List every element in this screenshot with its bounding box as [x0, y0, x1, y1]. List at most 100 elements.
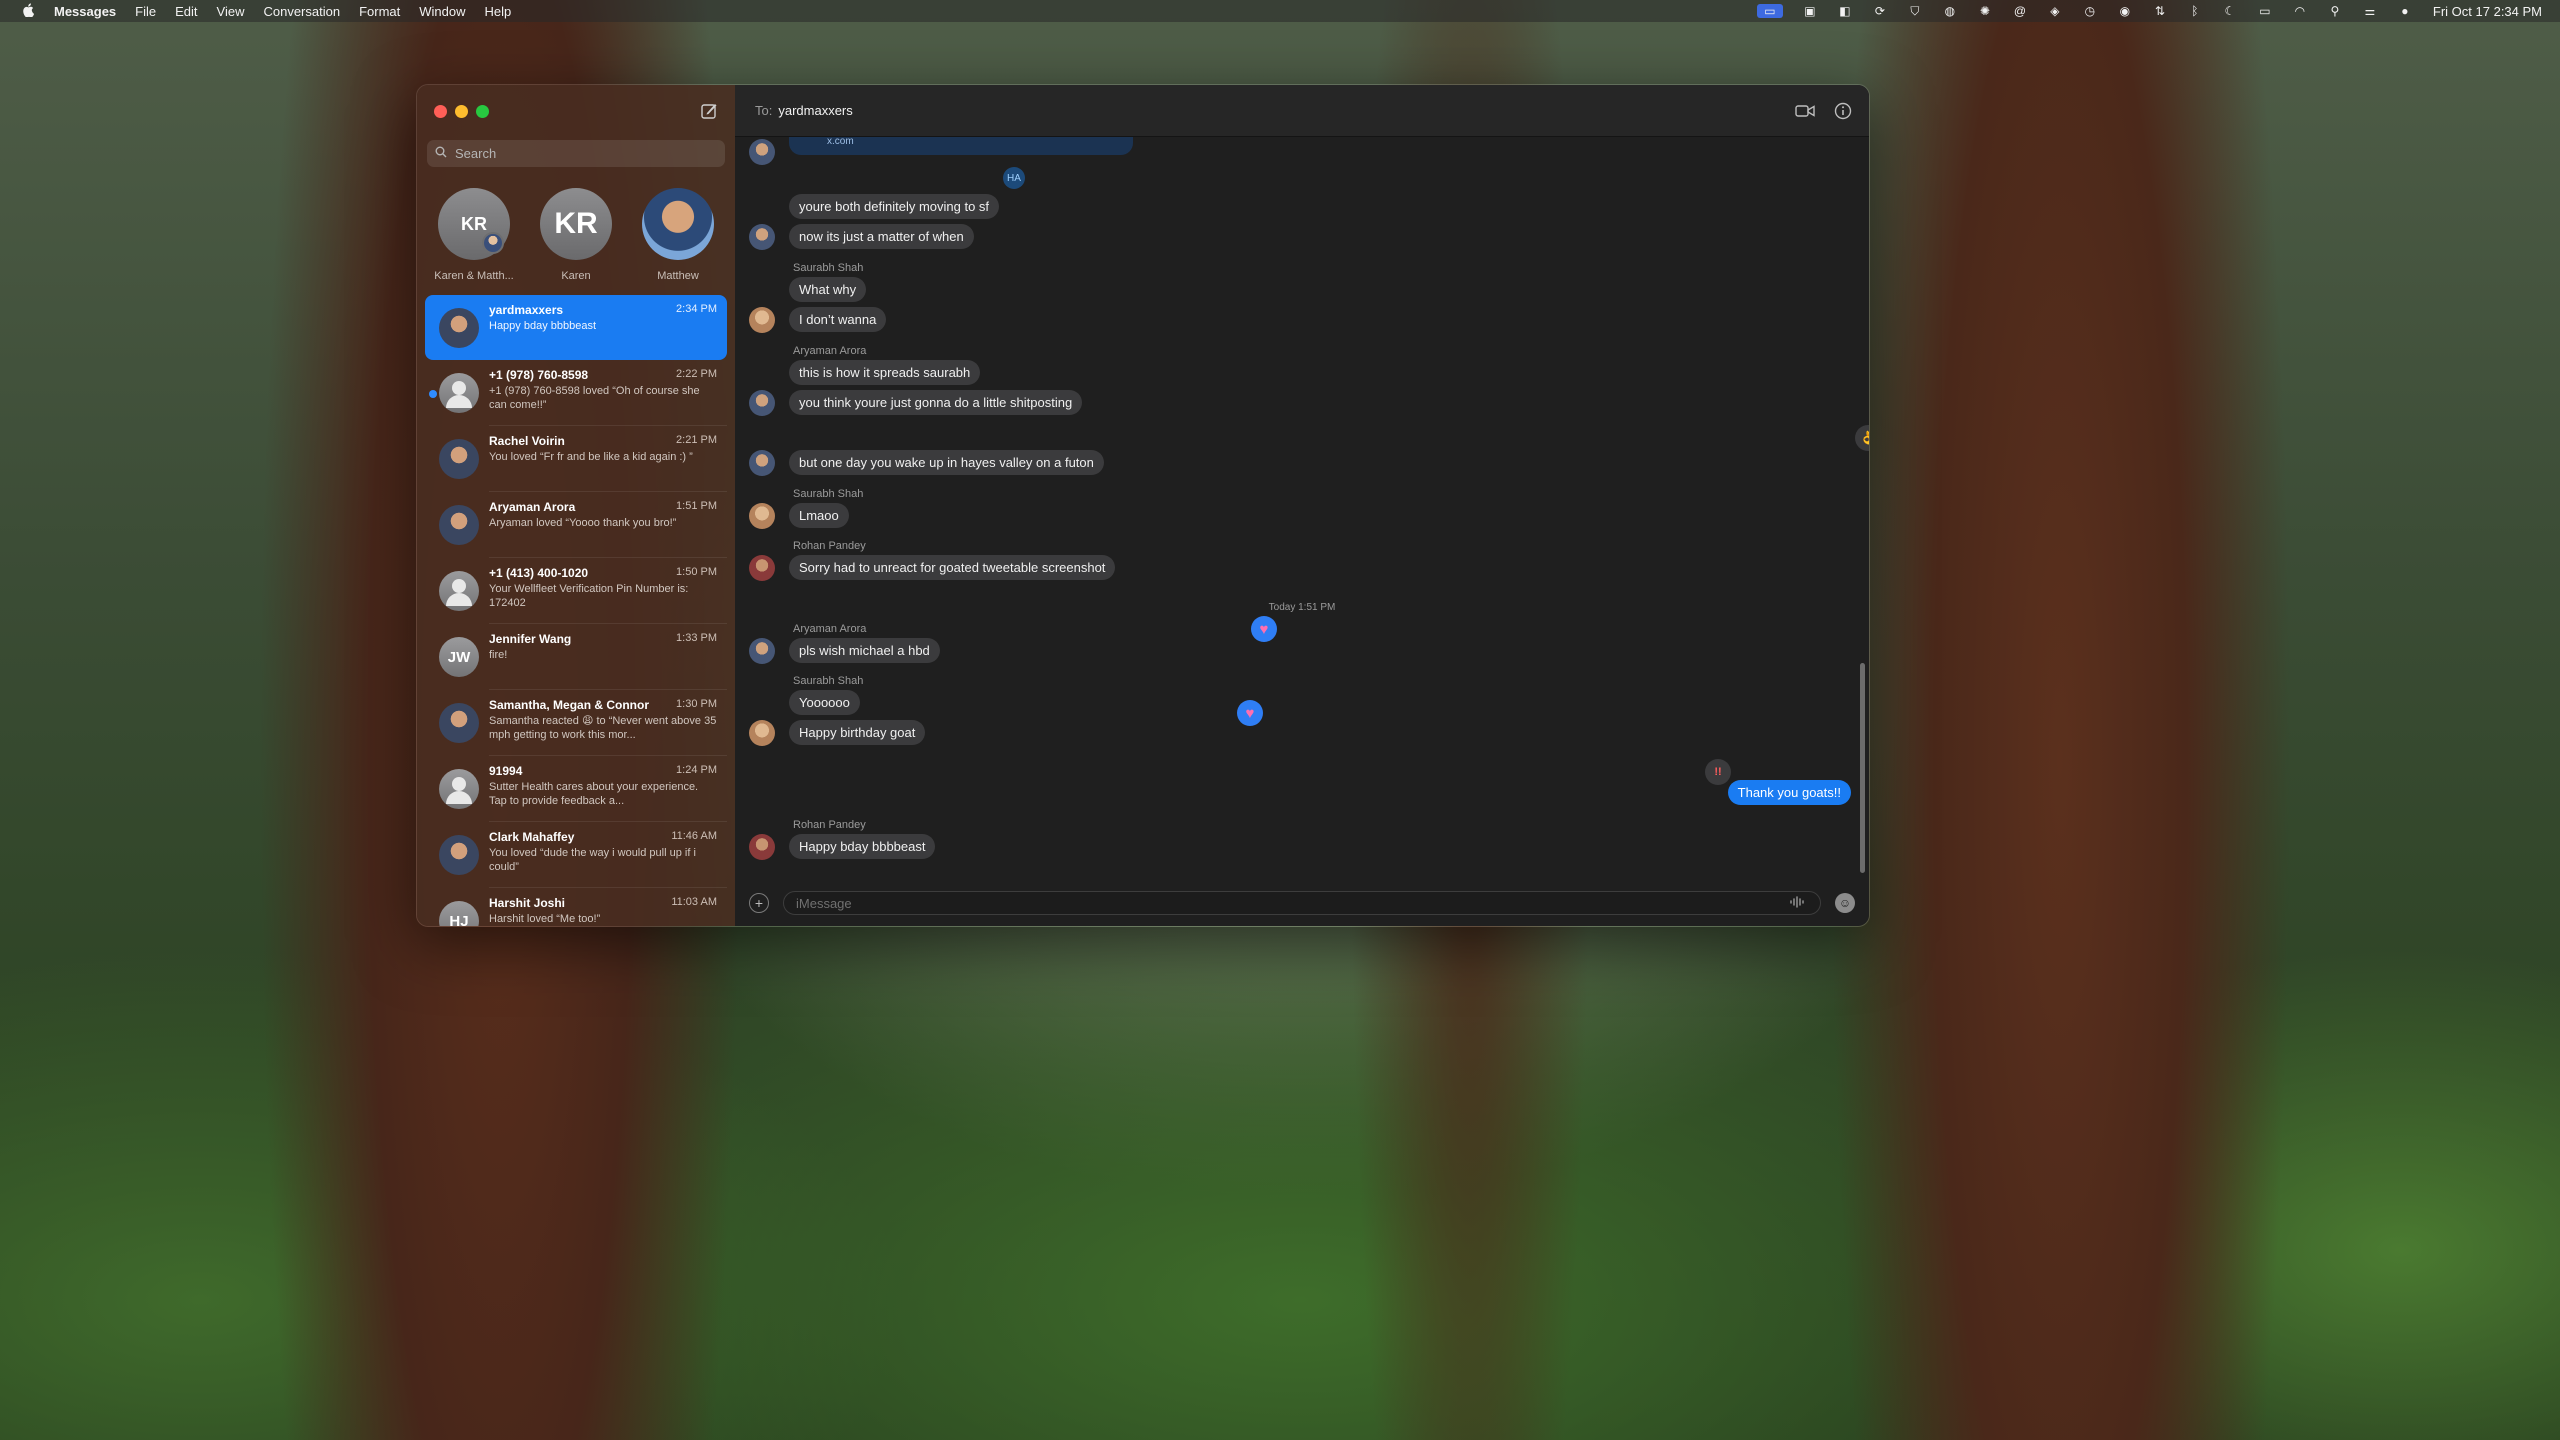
menu-view[interactable]: View — [217, 4, 245, 19]
compose-new-message-icon[interactable] — [699, 101, 719, 121]
facetime-video-icon[interactable] — [1795, 101, 1815, 121]
menu-app-name[interactable]: Messages — [54, 4, 116, 19]
battery-icon[interactable]: ▭ — [2257, 4, 2273, 18]
emoji-tapback-icon[interactable]: 👌 — [1855, 425, 1869, 451]
recipient-name[interactable]: yardmaxxers — [778, 103, 852, 118]
menu-window[interactable]: Window — [419, 4, 465, 19]
zoom-icon[interactable]: ▣ — [1802, 4, 1818, 18]
conversation-time: 1:33 PM — [676, 632, 717, 644]
apple-menu-icon[interactable] — [18, 2, 38, 20]
tapback-label: !! — [1714, 766, 1722, 778]
pinned-matthew[interactable]: Matthew — [630, 188, 726, 282]
imessage-input[interactable] — [783, 891, 1821, 915]
apps-plus-button[interactable]: + — [749, 893, 769, 913]
menu-help[interactable]: Help — [485, 4, 512, 19]
openai-icon[interactable]: ✺ — [1977, 4, 1993, 18]
pinned-label: Karen — [561, 270, 591, 282]
conversation-preview: Aryaman loved “Yoooo thank you bro!” — [489, 517, 677, 529]
haha-tapback-icon[interactable]: HA — [1003, 167, 1025, 189]
avatar — [749, 638, 775, 664]
minimize-window-button[interactable] — [455, 105, 468, 118]
message-bubble[interactable]: but one day you wake up in hayes valley … — [789, 450, 1104, 475]
message-bubble[interactable]: Yoooooo — [789, 690, 860, 715]
message-bubble[interactable]: now its just a matter of when — [789, 224, 974, 249]
message-bubble[interactable]: Happy bday bbbbeast — [789, 834, 936, 859]
pinned-karen-matthew[interactable]: KR Karen & Matth... — [426, 188, 522, 282]
sync-icon[interactable]: ⟳ — [1872, 4, 1888, 18]
outgoing-message-bubble[interactable]: Thank you goats!! — [1727, 780, 1851, 805]
conversation-name: Jennifer Wang — [489, 632, 572, 646]
at-icon[interactable]: @ — [2012, 4, 2028, 18]
menubar-clock[interactable]: Fri Oct 17 2:34 PM — [2433, 4, 2542, 19]
app-status-icon[interactable]: ◧ — [1837, 4, 1853, 18]
conversation-item[interactable]: Rachel Voirin 2:21 PM You loved “Fr fr an… — [425, 426, 727, 491]
message-bubble[interactable]: I don’t wanna — [789, 307, 887, 332]
siri-icon[interactable]: ● — [2397, 4, 2413, 18]
control-center-icon[interactable]: ⚌ — [2362, 4, 2378, 18]
zoom-window-button[interactable] — [476, 105, 489, 118]
conversation-item-yardmaxxers[interactable]: yardmaxxers 2:34 PM Happy bday bbbbeast — [425, 295, 727, 360]
avatar — [749, 390, 775, 416]
conversation-item[interactable]: JW Jennifer Wang 1:33 PM fire! — [425, 624, 727, 689]
menu-edit[interactable]: Edit — [175, 4, 197, 19]
wifi-icon[interactable]: ◠ — [2292, 4, 2308, 18]
timestamp-divider: Today 1:51 PM — [1268, 602, 1336, 613]
message-bubble[interactable]: Happy birthday goat — [789, 720, 926, 745]
conversation-name: Samantha, Megan & Connor — [489, 698, 650, 712]
message-bubble[interactable]: you think youre just gonna do a little s… — [789, 390, 1083, 415]
menu-file[interactable]: File — [135, 4, 156, 19]
close-window-button[interactable] — [434, 105, 447, 118]
conversation-time: 1:50 PM — [676, 566, 717, 578]
message-bubble[interactable]: What why — [789, 277, 867, 302]
conversation-preview: You loved “dude the way i would pull up … — [489, 847, 696, 873]
conversation-item[interactable]: Samantha, Megan & Connor 1:30 PM Samantha… — [425, 690, 727, 755]
heart-tapback-icon[interactable] — [1237, 700, 1263, 726]
message-bubble[interactable]: youre both definitely moving to sf — [789, 194, 1000, 219]
message-bubble[interactable]: Sorry had to unreact for goated tweetabl… — [789, 555, 1116, 580]
history-icon[interactable]: ◷ — [2082, 4, 2098, 18]
conversation-item[interactable]: 91994 1:24 PM Sutter Health cares about y… — [425, 756, 727, 821]
avatar — [439, 769, 479, 809]
record-icon[interactable]: ◉ — [2117, 4, 2133, 18]
conversation-time: 2:22 PM — [676, 368, 717, 380]
message-bubble[interactable]: Lmaoo — [789, 503, 849, 528]
bluetooth-icon[interactable]: ᛒ — [2187, 4, 2203, 18]
messages-window: Search KR Karen & Matth... KR Karen Matt… — [416, 84, 1870, 927]
info-icon[interactable] — [1833, 101, 1853, 121]
message-bubble[interactable]: this is how it spreads saurabh — [789, 360, 981, 385]
network-icon[interactable]: ⇅ — [2152, 4, 2168, 18]
screen-share-icon[interactable]: ▭ — [1756, 4, 1783, 18]
emphasis-tapback-icon[interactable]: !! — [1705, 759, 1731, 785]
shield-icon[interactable]: ⛉ — [1907, 4, 1923, 18]
pinned-label: Karen & Matth... — [434, 270, 514, 282]
focus-moon-icon[interactable]: ☾ — [2222, 4, 2238, 18]
menu-format[interactable]: Format — [359, 4, 400, 19]
pinned-karen[interactable]: KR Karen — [528, 188, 624, 282]
sidebar: Search KR Karen & Matth... KR Karen Matt… — [417, 85, 735, 926]
cube-icon[interactable]: ◈ — [2047, 4, 2063, 18]
audio-waveform-icon[interactable] — [1789, 895, 1805, 911]
heart-tapback-icon[interactable] — [1251, 616, 1277, 642]
sender-name: Saurabh Shah — [793, 488, 864, 500]
transcript-scrollbar[interactable] — [1860, 663, 1865, 873]
globe-icon[interactable]: ◍ — [1942, 4, 1958, 18]
menu-conversation[interactable]: Conversation — [263, 4, 340, 19]
avatar — [749, 224, 775, 250]
conversation-name: Harshit Joshi — [489, 896, 566, 910]
message-bubble[interactable]: pls wish michael a hbd — [789, 638, 940, 663]
search-field[interactable]: Search — [427, 140, 725, 167]
emoji-picker-icon[interactable]: ☺ — [1835, 893, 1855, 913]
conversation-item[interactable]: Aryaman Arora 1:51 PM Aryaman loved “Yooo… — [425, 492, 727, 557]
conversation-preview: Samantha reacted 😩 to “Never went above … — [489, 715, 717, 741]
conversation-time: 1:24 PM — [676, 764, 717, 776]
conversation-item[interactable]: Clark Mahaffey 11:46 AM You loved “dude t… — [425, 822, 727, 887]
conversation-name: Aryaman Arora — [489, 500, 576, 514]
conversation-item[interactable]: +1 (413) 400-1020 1:50 PM Your Wellfleet … — [425, 558, 727, 623]
message-transcript[interactable]: x.com HA youre both definitely moving to… — [735, 137, 1869, 880]
link-preview-card[interactable]: x.com — [789, 137, 1133, 155]
conversation-name: +1 (413) 400-1020 — [489, 566, 589, 580]
sender-name: Aryaman Arora — [793, 623, 867, 635]
conversation-item[interactable]: +1 (978) 760-8598 2:22 PM +1 (978) 760-85… — [425, 360, 727, 425]
spotlight-search-icon[interactable]: ⚲ — [2327, 4, 2343, 18]
conversation-item[interactable]: HJ Harshit Joshi 11:03 AM Harshit loved “… — [425, 888, 727, 926]
